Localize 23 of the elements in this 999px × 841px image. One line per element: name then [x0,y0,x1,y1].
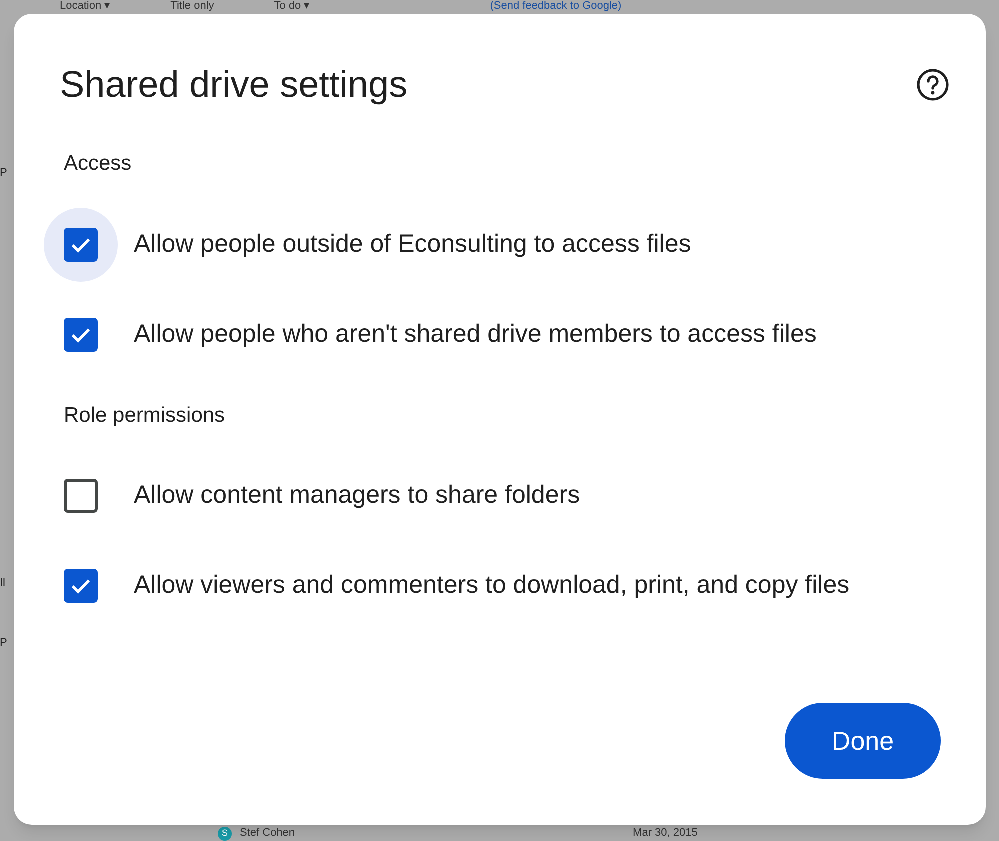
checkbox-label[interactable]: Allow people outside of Econsulting to access files [134,226,692,264]
toolbar-dropdown[interactable]: Location ▾ [60,0,111,12]
checkbox[interactable] [64,479,98,513]
modified-date: Mar 30, 2015 [633,827,698,840]
checkbox-label[interactable]: Allow content managers to share folders [134,477,580,515]
row-text: P [0,636,8,651]
section-heading: Access [64,151,133,177]
row-text: Il [0,576,6,591]
done-button[interactable]: Done [785,703,941,779]
checkbox-label[interactable]: Allow people who aren't shared drive members to access files [134,316,817,354]
toolbar-dropdown[interactable]: To do ▾ [274,0,310,12]
checkbox-label[interactable]: Allow viewers and commenters to download, print, and copy files [134,567,850,605]
feedback-link[interactable]: (Send feedback to Google) [490,0,622,12]
dialog-title: Shared drive settings [60,63,408,107]
row-text: P [0,166,8,181]
checkbox[interactable] [64,228,98,262]
section-heading: Role permissions [64,402,226,428]
help-icon[interactable] [916,68,950,102]
avatar: S [218,826,232,840]
toolbar-dropdown[interactable]: Title only [170,0,214,12]
checkbox[interactable] [64,569,98,603]
owner-name: Stef Cohen [240,827,296,840]
checkbox[interactable] [64,318,98,352]
